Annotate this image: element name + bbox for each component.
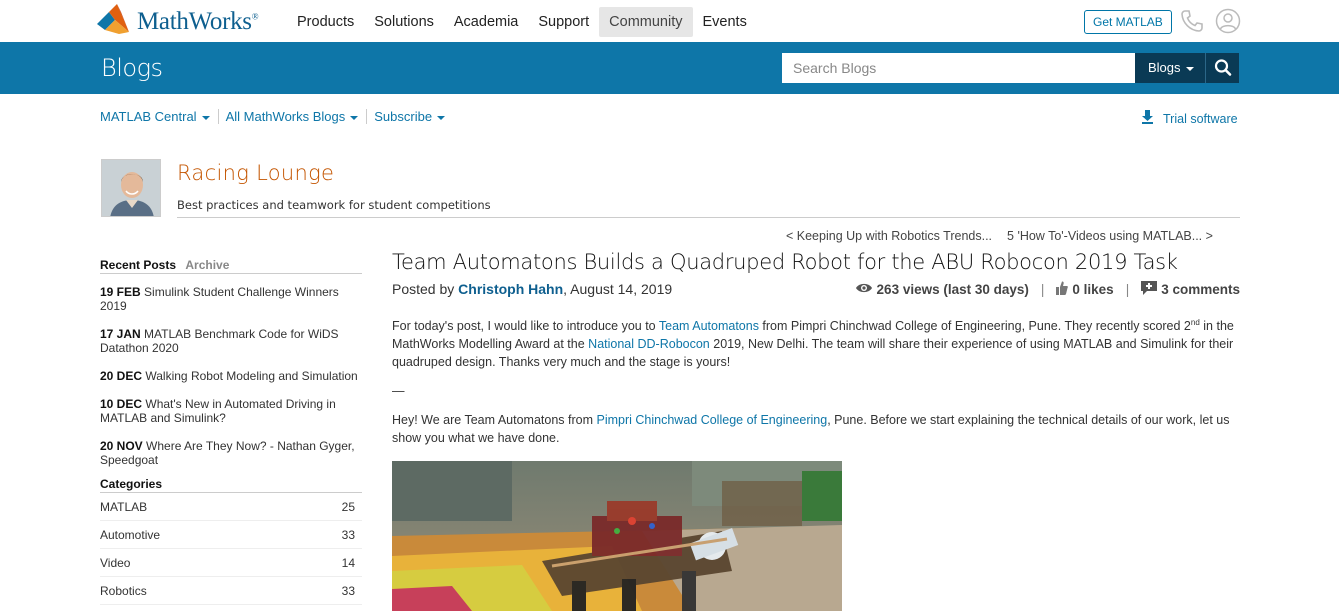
chevron-down-icon [437,115,446,120]
nav-products[interactable]: Products [287,7,364,37]
post-navigation: < Keeping Up with Robotics Trends... 5 '… [786,229,1228,243]
posted-by-label: Posted by [392,281,459,297]
separator: | [1125,282,1130,297]
phone-icon[interactable] [1180,9,1204,38]
list-item[interactable]: 10 DEC What's New in Automated Driving i… [100,397,362,425]
post-stats: 263 views (last 30 days) | 0 likes | 3 c… [855,281,1240,298]
eye-icon [855,282,877,297]
text-run: from Pimpri Chinchwad College of Enginee… [758,319,1191,334]
post-content: Team Automatons Builds a Quadruped Robot… [392,250,1240,612]
mathworks-logo[interactable]: MathWorks® [95,2,259,41]
main-nav: Products Solutions Academia Support Comm… [287,7,757,37]
author-link[interactable]: Christoph Hahn [458,281,563,297]
comment-icon [1141,281,1161,298]
subscribe-dropdown[interactable]: Subscribe [374,109,453,124]
tab-recent-posts[interactable]: Recent Posts [100,258,176,272]
previous-post-link[interactable]: < Keeping Up with Robotics Trends... [786,229,992,243]
list-item[interactable]: 20 NOV Where Are They Now? - Nathan Gyge… [100,439,362,467]
matlab-central-label: MATLAB Central [100,109,197,124]
category-row[interactable]: Automotive 33 [100,521,362,549]
category-count: 14 [341,555,355,570]
intro-paragraph: For today's post, I would like to introd… [392,314,1240,371]
post-date: , August 14, 2019 [563,281,673,297]
chevron-down-icon [201,115,210,120]
post-date: 20 DEC [100,369,143,383]
categories-heading: Categories [100,477,362,493]
post-byline: Posted by Christoph Hahn, August 14, 201… [392,281,672,297]
post-date: 17 JAN [100,327,141,341]
category-name[interactable]: Automotive [100,528,160,542]
list-item[interactable]: 17 JAN MATLAB Benchmark Code for WiDS Da… [100,327,362,355]
nav-support[interactable]: Support [528,7,599,37]
categories-list: MATLAB 25 Automotive 33 Video 14 Robotics 33 [100,493,362,605]
trial-software-link[interactable]: Trial software [1141,110,1238,127]
tab-archive[interactable]: Archive [185,258,229,272]
search-scope-dropdown[interactable]: Blogs [1135,53,1205,83]
nav-academia[interactable]: Academia [444,7,528,37]
top-header: MathWorks® Products Solutions Academia S… [0,0,1339,42]
college-link[interactable]: Pimpri Chinchwad College of Engineering [597,413,828,427]
views-count: 263 views (last 30 days) [876,282,1029,297]
category-count: 25 [341,499,355,514]
blog-name[interactable]: Racing Lounge [177,161,334,185]
download-icon [1141,110,1154,127]
post-date: 20 NOV [100,439,143,453]
matlab-central-dropdown[interactable]: MATLAB Central [100,109,219,124]
category-count: 33 [341,583,355,598]
user-account-icon[interactable] [1215,8,1241,39]
category-count: 33 [341,527,355,542]
category-row[interactable]: Video 14 [100,549,362,577]
chevron-down-icon [350,115,359,120]
text-run: Hey! We are Team Automatons from [392,413,597,428]
search-button[interactable] [1205,53,1239,83]
blog-description: Best practices and teamwork for student … [177,198,491,212]
dd-robocon-link[interactable]: National DD-Robocon [588,337,710,351]
post-meta: Posted by Christoph Hahn, August 14, 201… [392,281,1240,301]
nav-events[interactable]: Events [693,7,757,37]
category-row[interactable]: Robotics 33 [100,577,362,605]
list-item[interactable]: 19 FEB Simulink Student Challenge Winner… [100,285,362,313]
search-scope-label: Blogs [1148,60,1181,75]
next-post-link[interactable]: 5 'How To'-Videos using MATLAB... > [1007,229,1213,243]
separator-dash: — [392,384,405,399]
nav-community[interactable]: Community [599,7,693,37]
divider [177,217,1240,218]
blog-subnav: MATLAB Central All MathWorks Blogs Subsc… [100,109,460,124]
search-icon [1206,59,1240,87]
post-date: 19 FEB [100,285,141,299]
team-automatons-link[interactable]: Team Automatons [659,319,759,333]
separator: | [1040,282,1045,297]
all-blogs-label: All MathWorks Blogs [225,109,346,124]
category-name[interactable]: MATLAB [100,500,147,514]
search-input[interactable]: Search Blogs [782,53,1135,83]
superscript: nd [1190,318,1200,327]
get-matlab-button[interactable]: Get MATLAB [1084,10,1172,34]
category-name[interactable]: Robotics [100,584,147,598]
team-paragraph: Hey! We are Team Automatons from Pimpri … [392,411,1240,447]
blogs-title[interactable]: Blogs [101,54,163,82]
text-run: For today's post, I would like to introd… [392,319,659,334]
all-blogs-dropdown[interactable]: All MathWorks Blogs [226,109,368,124]
comments-link[interactable]: 3 comments [1161,282,1240,297]
robot-photo [392,461,842,612]
thumbs-up-icon[interactable] [1056,281,1072,298]
nav-solutions[interactable]: Solutions [364,7,444,37]
sidebar-tabs: Recent Posts Archive [100,258,362,274]
brand-name: MathWorks® [137,7,259,35]
category-row[interactable]: MATLAB 25 [100,493,362,521]
post-title: Team Automatons Builds a Quadruped Robot… [392,250,1178,274]
blogs-banner: Blogs Search Blogs Blogs [0,42,1339,94]
trial-software-label: Trial software [1163,111,1238,126]
membrane-logo-icon [95,2,131,41]
likes-count[interactable]: 0 likes [1072,282,1113,297]
list-item[interactable]: 20 DEC Walking Robot Modeling and Simula… [100,369,362,383]
sidebar: Recent Posts Archive 19 FEB Simulink Stu… [100,258,362,605]
chevron-down-icon [1185,66,1194,71]
recent-posts-list: 19 FEB Simulink Student Challenge Winner… [100,285,362,467]
post-title-link[interactable]: Walking Robot Modeling and Simulation [145,369,357,383]
post-date: 10 DEC [100,397,143,411]
subscribe-label: Subscribe [374,109,433,124]
author-avatar[interactable] [101,159,161,217]
category-name[interactable]: Video [100,556,130,570]
